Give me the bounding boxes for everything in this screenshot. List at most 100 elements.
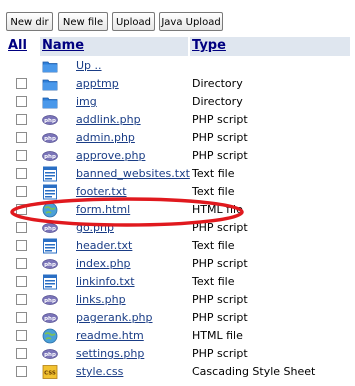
- file-row: form.html HTML file: [0, 201, 355, 219]
- php-icon[interactable]: php: [42, 256, 58, 272]
- html-file-icon[interactable]: [42, 202, 58, 218]
- file-row: readme.htm HTML file: [0, 327, 355, 345]
- php-icon[interactable]: php: [42, 310, 58, 326]
- file-name-link[interactable]: readme.htm: [76, 329, 144, 342]
- file-type: PHP script: [192, 221, 248, 234]
- file-row: php links.php PHP script: [0, 291, 355, 309]
- row-checkbox[interactable]: [16, 348, 27, 359]
- file-name-link[interactable]: Up ..: [76, 59, 102, 72]
- text-file-icon[interactable]: [42, 184, 58, 200]
- text-file-icon[interactable]: [42, 238, 58, 254]
- folder-icon[interactable]: [42, 58, 58, 74]
- file-type: PHP script: [192, 347, 248, 360]
- row-checkbox[interactable]: [16, 96, 27, 107]
- row-checkbox[interactable]: [16, 276, 27, 287]
- file-type: HTML file: [192, 203, 243, 216]
- row-checkbox[interactable]: [16, 186, 27, 197]
- file-name-link[interactable]: linkinfo.txt: [76, 275, 135, 288]
- svg-text:php: php: [44, 316, 56, 322]
- row-checkbox[interactable]: [16, 240, 27, 251]
- file-name-link[interactable]: form.html: [76, 203, 130, 216]
- row-checkbox[interactable]: [16, 78, 27, 89]
- file-type: Text file: [192, 239, 235, 252]
- svg-text:php: php: [44, 226, 56, 232]
- file-type: PHP script: [192, 131, 248, 144]
- file-name-link[interactable]: style.css: [76, 365, 123, 378]
- file-type: PHP script: [192, 149, 248, 162]
- svg-text:php: php: [44, 352, 56, 358]
- new-file-button[interactable]: New file: [58, 12, 108, 31]
- php-icon[interactable]: php: [42, 346, 58, 362]
- php-icon[interactable]: php: [42, 112, 58, 128]
- file-name-link[interactable]: admin.php: [76, 131, 135, 144]
- file-type: Text file: [192, 275, 235, 288]
- row-checkbox[interactable]: [16, 222, 27, 233]
- file-row: Up ..: [0, 57, 355, 75]
- row-checkbox[interactable]: [16, 150, 27, 161]
- row-checkbox[interactable]: [16, 132, 27, 143]
- file-row: php go.php PHP script: [0, 219, 355, 237]
- file-name-link[interactable]: apptmp: [76, 77, 119, 90]
- text-file-icon[interactable]: [42, 166, 58, 182]
- file-type: PHP script: [192, 293, 248, 306]
- name-header-link[interactable]: Name: [42, 38, 84, 53]
- new-dir-button[interactable]: New dir: [6, 12, 53, 31]
- file-name-link[interactable]: header.txt: [76, 239, 132, 252]
- file-name-link[interactable]: pagerank.php: [76, 311, 153, 324]
- java-upload-button[interactable]: Java Upload: [159, 12, 223, 31]
- file-row: php index.php PHP script: [0, 255, 355, 273]
- file-name-link[interactable]: footer.txt: [76, 185, 127, 198]
- php-icon[interactable]: php: [42, 292, 58, 308]
- php-icon[interactable]: php: [42, 130, 58, 146]
- type-header-link[interactable]: Type: [192, 38, 226, 53]
- row-checkbox[interactable]: [16, 294, 27, 305]
- file-row: php settings.php PHP script: [0, 345, 355, 363]
- file-name-link[interactable]: index.php: [76, 257, 131, 270]
- php-icon[interactable]: php: [42, 220, 58, 236]
- php-icon[interactable]: php: [42, 148, 58, 164]
- file-row: apptmp Directory: [0, 75, 355, 93]
- folder-icon[interactable]: [42, 94, 58, 110]
- file-type: PHP script: [192, 113, 248, 126]
- row-checkbox[interactable]: [16, 258, 27, 269]
- svg-text:php: php: [44, 136, 56, 142]
- file-type: Directory: [192, 95, 243, 108]
- file-row: linkinfo.txt Text file: [0, 273, 355, 291]
- file-type: Text file: [192, 167, 235, 180]
- file-row: php addlink.php PHP script: [0, 111, 355, 129]
- file-row: img Directory: [0, 93, 355, 111]
- file-name-link[interactable]: go.php: [76, 221, 114, 234]
- text-file-icon[interactable]: [42, 274, 58, 290]
- row-checkbox[interactable]: [16, 168, 27, 179]
- row-checkbox[interactable]: [16, 330, 27, 341]
- file-row: CSS style.css Cascading Style Sheet: [0, 363, 355, 381]
- row-checkbox[interactable]: [16, 312, 27, 323]
- file-row: footer.txt Text file: [0, 183, 355, 201]
- file-row: php admin.php PHP script: [0, 129, 355, 147]
- html-file-icon[interactable]: [42, 328, 58, 344]
- file-type: PHP script: [192, 257, 248, 270]
- file-type: Cascading Style Sheet: [192, 365, 316, 378]
- file-name-link[interactable]: banned_websites.txt: [76, 167, 190, 180]
- file-name-link[interactable]: img: [76, 95, 97, 108]
- row-checkbox[interactable]: [16, 366, 27, 377]
- all-header-link[interactable]: All: [8, 38, 27, 53]
- svg-text:php: php: [44, 118, 56, 124]
- row-checkbox[interactable]: [16, 204, 27, 215]
- svg-text:php: php: [44, 262, 56, 268]
- file-row: php approve.php PHP script: [0, 147, 355, 165]
- css-file-icon[interactable]: CSS: [42, 364, 58, 380]
- file-type: PHP script: [192, 311, 248, 324]
- file-type: HTML file: [192, 329, 243, 342]
- folder-icon[interactable]: [42, 76, 58, 92]
- upload-button[interactable]: Upload: [112, 12, 155, 31]
- file-name-link[interactable]: links.php: [76, 293, 126, 306]
- file-name-link[interactable]: approve.php: [76, 149, 145, 162]
- file-row: header.txt Text file: [0, 237, 355, 255]
- file-row: php pagerank.php PHP script: [0, 309, 355, 327]
- file-name-link[interactable]: addlink.php: [76, 113, 141, 126]
- file-name-link[interactable]: settings.php: [76, 347, 144, 360]
- svg-text:CSS: CSS: [44, 371, 56, 377]
- row-checkbox[interactable]: [16, 114, 27, 125]
- svg-text:php: php: [44, 154, 56, 160]
